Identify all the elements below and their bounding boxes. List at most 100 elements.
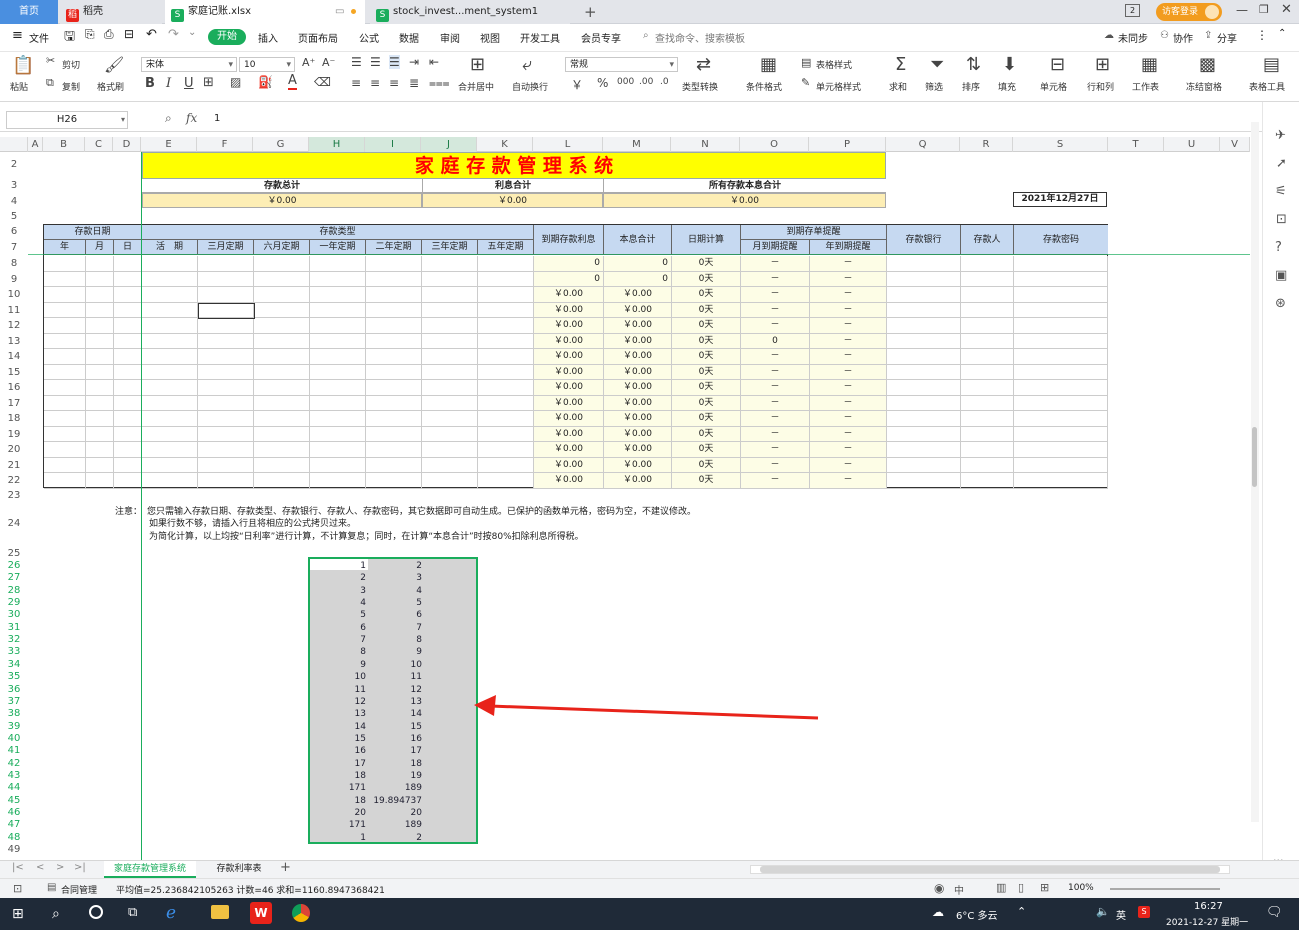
table-cell[interactable]: ￥0.00 [534,333,604,349]
filter-icon[interactable]: ⏷ [930,54,944,75]
table-cell[interactable] [887,302,961,318]
selection-value-a[interactable]: 15 [310,733,366,745]
table-cell[interactable]: 0天 [672,442,741,458]
add-sheet-button[interactable]: + [280,860,291,875]
column-header-l[interactable]: L [533,137,603,152]
table-cell[interactable]: ￥0.00 [534,473,604,489]
table-cell[interactable]: ￥0.00 [534,364,604,380]
table-cell[interactable] [961,395,1014,411]
row-col-icon[interactable]: ⊞ [1095,54,1110,75]
selection-value-b[interactable]: 17 [366,745,422,757]
selection-value-a[interactable]: 20 [310,807,366,819]
column-header-o[interactable]: O [740,137,809,152]
table-cell[interactable]: － [741,411,810,427]
table-cell[interactable] [86,411,114,427]
table-cell[interactable] [198,256,254,272]
table-cell[interactable] [254,287,310,303]
more-menu-icon[interactable]: ⋮ [1256,28,1268,42]
table-cell[interactable]: ￥0.00 [534,395,604,411]
table-cell[interactable] [961,426,1014,442]
table-cell[interactable] [44,256,86,272]
table-cell[interactable]: 0天 [672,318,741,334]
table-cell[interactable] [114,364,142,380]
selection-value-a[interactable]: 10 [310,671,366,683]
font-shrink-icon[interactable]: A⁻ [322,56,335,69]
row-header-2[interactable]: 2 [0,157,28,172]
table-cell[interactable] [142,473,198,489]
table-cell[interactable] [142,287,198,303]
menu-member[interactable]: 会员专享 [581,30,621,45]
table-cell[interactable] [961,256,1014,272]
table-cell[interactable]: ￥0.00 [604,457,672,473]
selection-value-b[interactable]: 20 [366,807,422,819]
table-cell[interactable] [887,395,961,411]
table-cell[interactable] [254,473,310,489]
compass-icon[interactable]: ⊛ [1275,296,1286,311]
table-cell[interactable] [366,442,422,458]
selection-value-b[interactable]: 13 [366,696,422,708]
selection-value-b[interactable]: 11 [366,671,422,683]
table-cell[interactable] [114,426,142,442]
table-cell[interactable] [254,333,310,349]
column-header-a[interactable]: A [28,137,43,152]
first-sheet-icon[interactable]: |< [12,862,24,873]
row-header-18[interactable]: 18 [0,411,28,426]
column-header-m[interactable]: M [603,137,671,152]
table-cell[interactable] [366,333,422,349]
wps-icon[interactable]: W [250,902,272,924]
table-cell[interactable] [310,318,366,334]
table-cell[interactable] [887,364,961,380]
table-cell[interactable] [114,473,142,489]
table-cell[interactable] [961,271,1014,287]
table-cell[interactable] [887,473,961,489]
format-painter-icon[interactable]: 🖌 [104,55,124,74]
font-grow-icon[interactable]: A⁺ [302,56,315,69]
list-icon[interactable]: ⊡ [1276,212,1287,227]
menu-file[interactable]: 文件 [29,30,49,45]
table-cell[interactable] [422,364,478,380]
table-cell[interactable] [254,395,310,411]
table-cell[interactable] [114,349,142,365]
table-cell[interactable] [366,271,422,287]
table-cell[interactable]: 0天 [672,473,741,489]
table-cell[interactable] [142,318,198,334]
column-header-r[interactable]: R [960,137,1013,152]
table-cell[interactable] [86,302,114,318]
table-cell[interactable]: ￥0.00 [604,411,672,427]
table-cell[interactable] [887,318,961,334]
table-cell[interactable]: 0天 [672,426,741,442]
column-header-g[interactable]: G [253,137,309,152]
table-cell[interactable] [142,457,198,473]
table-cell[interactable] [1014,457,1108,473]
table-cell[interactable] [887,256,961,272]
table-cell[interactable] [1014,287,1108,303]
header-total[interactable]: 本息合计 [604,225,672,255]
cell-style-button[interactable]: 单元格样式 [816,80,861,93]
row-header-13[interactable]: 13 [0,334,28,349]
table-cell[interactable] [254,302,310,318]
table-cell[interactable] [1014,364,1108,380]
sum-button[interactable]: 求和 [889,80,907,93]
table-cell[interactable]: 0天 [672,287,741,303]
table-cell[interactable] [310,395,366,411]
column-header-s[interactable]: S [1013,137,1108,152]
table-cell[interactable]: － [741,364,810,380]
row-header-19[interactable]: 19 [0,427,28,442]
table-cell[interactable]: ￥0.00 [534,411,604,427]
table-cell[interactable] [44,318,86,334]
table-cell[interactable]: ￥0.00 [534,442,604,458]
table-cell[interactable]: － [810,364,887,380]
number-format-select[interactable]: 常规 ▾ [565,57,678,72]
selection-value-b[interactable]: 9 [366,646,422,658]
row-header-21[interactable]: 21 [0,458,28,473]
header-year[interactable]: 年 [44,240,86,255]
table-cell[interactable] [86,380,114,396]
chrome-icon[interactable] [292,904,310,922]
active-cell-outline[interactable] [198,302,255,319]
worksheet-button[interactable]: 工作表 [1132,80,1159,93]
table-cell[interactable] [961,302,1014,318]
table-cell[interactable]: ￥0.00 [534,349,604,365]
summary-label-total[interactable]: 所有存款本息合计 [603,179,886,193]
cortana-icon[interactable] [89,905,103,919]
menu-page-layout[interactable]: 页面布局 [298,30,338,45]
